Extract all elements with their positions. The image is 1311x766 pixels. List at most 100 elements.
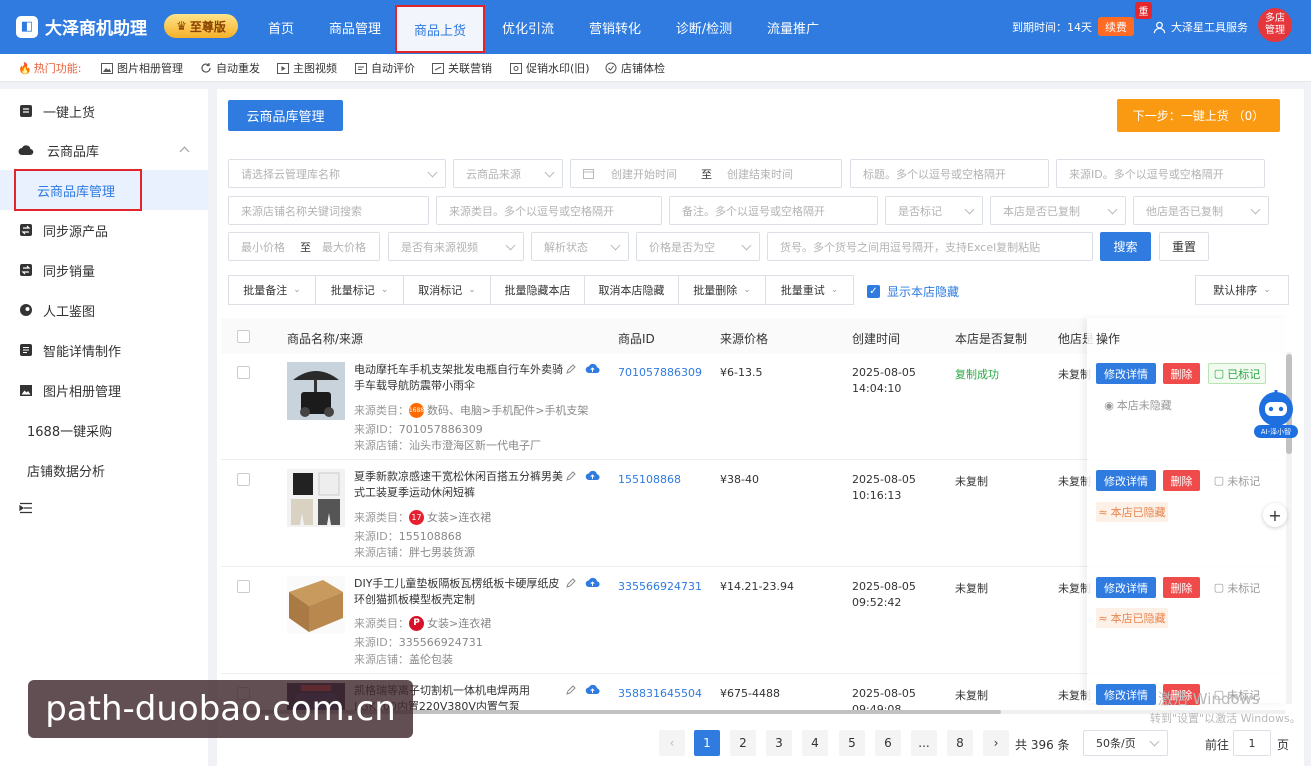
product-id-link[interactable]: 155108868: [618, 473, 681, 486]
show-hidden-checkbox[interactable]: ✓ 显示本店隐藏: [867, 283, 959, 300]
product-id-link[interactable]: 335566924731: [618, 580, 702, 593]
cancel-hide-store-button[interactable]: 取消本店隐藏: [584, 275, 679, 305]
delete-button[interactable]: 删除: [1163, 470, 1200, 491]
reset-button[interactable]: 重置: [1159, 232, 1209, 261]
edit-pencil-icon[interactable]: [565, 470, 577, 485]
store-hide-status[interactable]: ≈ 本店已隐藏: [1096, 502, 1168, 522]
mark-status-button[interactable]: ▢ 已标记: [1208, 363, 1266, 384]
hot-item-review[interactable]: 自动评价: [355, 54, 415, 82]
cloud-upload-icon[interactable]: [585, 362, 600, 377]
sidebar-item-store-analytics[interactable]: 店铺数据分析: [0, 450, 208, 490]
store-hide-status[interactable]: ≈ 本店已隐藏: [1096, 608, 1168, 628]
edit-pencil-icon[interactable]: [565, 684, 577, 699]
sidebar-item-manual-image[interactable]: 人工鉴图: [0, 290, 208, 330]
remark-input[interactable]: 备注。多个以逗号或空格隔开: [669, 196, 878, 225]
batch-retry-button[interactable]: 批量重试 ⌄: [765, 275, 854, 305]
edit-detail-button[interactable]: 修改详情: [1096, 470, 1156, 491]
sort-select[interactable]: 默认排序 ⌄: [1195, 275, 1289, 305]
nav-optimize[interactable]: 优化引流: [495, 0, 561, 54]
hot-item-related[interactable]: 关联营销: [432, 54, 492, 82]
product-id-link[interactable]: 701057886309: [618, 366, 702, 379]
search-button[interactable]: 搜索: [1100, 232, 1151, 261]
hot-item-video[interactable]: 主图视频: [277, 54, 337, 82]
cloud-library-manage-button[interactable]: 云商品库管理: [228, 100, 343, 131]
nav-diagnosis[interactable]: 诊断/检测: [668, 0, 740, 54]
multi-store-button[interactable]: 多店管理: [1258, 8, 1292, 42]
page-6[interactable]: 6: [875, 730, 901, 756]
cloud-source-select[interactable]: 云商品来源: [453, 159, 563, 188]
edit-detail-button[interactable]: 修改详情: [1096, 684, 1156, 705]
row-checkbox[interactable]: [237, 580, 250, 593]
price-range-input[interactable]: 最小价格 至 最大价格: [228, 232, 380, 261]
batch-remark-button[interactable]: 批量备注 ⌄: [228, 275, 316, 305]
delete-button[interactable]: 删除: [1163, 363, 1200, 384]
sidebar-item-1688-purchase[interactable]: 1688一键采购: [0, 410, 208, 450]
library-name-select[interactable]: 请选择云管理库名称: [228, 159, 446, 188]
sidebar-collapse-toggle[interactable]: [0, 488, 208, 528]
sidebar-item-cloud-library-manage[interactable]: 云商品库管理: [0, 169, 208, 211]
nav-marketing[interactable]: 营销转化: [582, 0, 648, 54]
cloud-upload-icon[interactable]: [585, 469, 600, 484]
batch-mark-button[interactable]: 批量标记 ⌄: [315, 275, 404, 305]
batch-delete-button[interactable]: 批量删除 ⌄: [678, 275, 766, 305]
page-2[interactable]: 2: [730, 730, 756, 756]
source-category-input[interactable]: 来源类目。多个以逗号或空格隔开: [436, 196, 662, 225]
per-page-select[interactable]: 50条/页: [1083, 730, 1168, 756]
hot-item-album[interactable]: 图片相册管理: [101, 54, 183, 82]
edit-detail-button[interactable]: 修改详情: [1096, 363, 1156, 384]
date-range-picker[interactable]: 创建开始时间 至 创建结束时间: [570, 159, 842, 188]
nav-product-manage[interactable]: 商品管理: [322, 0, 388, 54]
ai-assistant-button[interactable]: AI-泽小智: [1254, 389, 1298, 439]
source-shop-input[interactable]: 来源店铺名称关键词搜索: [228, 196, 429, 225]
sidebar-item-sync-sales[interactable]: 同步销量: [0, 250, 208, 290]
row-checkbox[interactable]: [237, 473, 250, 486]
page-8[interactable]: 8: [947, 730, 973, 756]
hot-item-watermark[interactable]: 促销水印(旧): [510, 54, 590, 82]
nav-traffic[interactable]: 流量推广: [760, 0, 826, 54]
batch-hide-store-button[interactable]: 批量隐藏本店: [490, 275, 585, 305]
product-thumbnail[interactable]: [287, 362, 345, 420]
next-step-upload-button[interactable]: 下一步：一键上货 （0）: [1117, 99, 1280, 132]
item-number-input[interactable]: 货号。多个货号之间用逗号隔开，支持Excel复制粘贴: [767, 232, 1093, 261]
store-copied-select[interactable]: 本店是否已复制: [990, 196, 1126, 225]
plus-icon[interactable]: +: [1263, 503, 1287, 527]
edit-detail-button[interactable]: 修改详情: [1096, 577, 1156, 598]
other-store-copied-select[interactable]: 他店是否已复制: [1133, 196, 1269, 225]
delete-button[interactable]: 删除: [1163, 577, 1200, 598]
cloud-upload-icon[interactable]: [585, 576, 600, 591]
product-name[interactable]: 夏季新款凉感速干宽松休闲百搭五分裤男美式工装夏季运动休闲短裤: [354, 469, 568, 501]
goto-page-input[interactable]: 1: [1233, 730, 1271, 756]
sidebar-item-cloud-library[interactable]: 云商品库: [0, 130, 208, 170]
notice-badge[interactable]: 重: [1135, 2, 1152, 19]
page-1[interactable]: 1: [694, 730, 720, 756]
next-page-button[interactable]: ›: [983, 730, 1009, 756]
renew-button[interactable]: 续费: [1098, 17, 1134, 36]
price-empty-select[interactable]: 价格是否为空: [636, 232, 760, 261]
sidebar-item-smart-detail[interactable]: 智能详情制作: [0, 330, 208, 370]
hot-item-repost[interactable]: 自动重发: [200, 54, 260, 82]
user-menu[interactable]: 大泽星工具服务: [1153, 0, 1248, 54]
title-search-input[interactable]: 标题。多个以逗号或空格隔开: [850, 159, 1049, 188]
app-logo[interactable]: ◧ 大泽商机助理: [16, 14, 147, 39]
store-hide-status[interactable]: ◉ 本店未隐藏: [1098, 395, 1178, 415]
nav-product-upload[interactable]: 商品上货: [395, 5, 485, 53]
cancel-mark-button[interactable]: 取消标记 ⌄: [403, 275, 491, 305]
cloud-upload-icon[interactable]: [585, 683, 600, 698]
page-5[interactable]: 5: [839, 730, 865, 756]
product-thumbnail[interactable]: [287, 576, 345, 634]
sidebar-item-sync-source[interactable]: 同步源产品: [0, 210, 208, 250]
page-3[interactable]: 3: [766, 730, 792, 756]
nav-home[interactable]: 首页: [258, 0, 304, 54]
sidebar-item-one-click-upload[interactable]: 一键上货: [0, 91, 208, 131]
row-checkbox[interactable]: [237, 366, 250, 379]
marked-select[interactable]: 是否标记: [885, 196, 983, 225]
mark-status-button[interactable]: ▢ 未标记: [1208, 470, 1266, 491]
edit-pencil-icon[interactable]: [565, 577, 577, 592]
page-4[interactable]: 4: [802, 730, 828, 756]
hot-item-checkup[interactable]: 店铺体检: [605, 54, 665, 82]
sidebar-item-album-manage[interactable]: 图片相册管理: [0, 370, 208, 410]
edit-pencil-icon[interactable]: [565, 363, 577, 378]
mark-status-button[interactable]: ▢ 未标记: [1208, 577, 1266, 598]
product-id-link[interactable]: 358831645504: [618, 687, 702, 700]
source-video-select[interactable]: 是否有来源视频: [388, 232, 524, 261]
